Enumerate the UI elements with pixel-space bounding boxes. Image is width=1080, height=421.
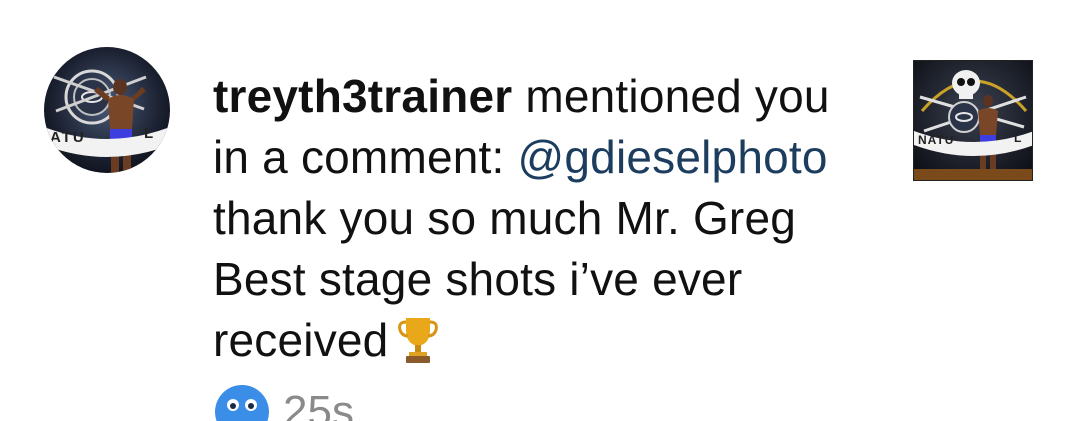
thumb-banner-text-right: L	[1014, 131, 1022, 145]
mention-link[interactable]: @gdieselphoto	[517, 131, 827, 183]
username-link[interactable]: treyth3trainer	[213, 70, 512, 122]
avatar-banner-text: ATU	[50, 129, 86, 146]
meta-row: 25s	[213, 383, 354, 421]
avatar-image	[44, 47, 170, 173]
notification-text: treyth3trainer mentioned you in a commen…	[213, 66, 873, 379]
comment-text: thank you so much Mr. Greg Best stage sh…	[213, 192, 797, 366]
thumb-banner-text: NATU	[918, 133, 955, 147]
cold-face-emoji-icon[interactable]	[213, 383, 271, 421]
user-avatar[interactable]: ATU L	[44, 47, 170, 173]
avatar-banner-text-right: L	[144, 125, 154, 142]
mention-notification[interactable]: ATU L treyth3trainer mentioned you in a …	[0, 0, 1080, 421]
trophy-icon	[398, 314, 439, 379]
post-thumbnail-image	[914, 61, 1032, 180]
timestamp: 25s	[283, 387, 354, 421]
post-thumbnail[interactable]: NATU L	[913, 60, 1033, 181]
